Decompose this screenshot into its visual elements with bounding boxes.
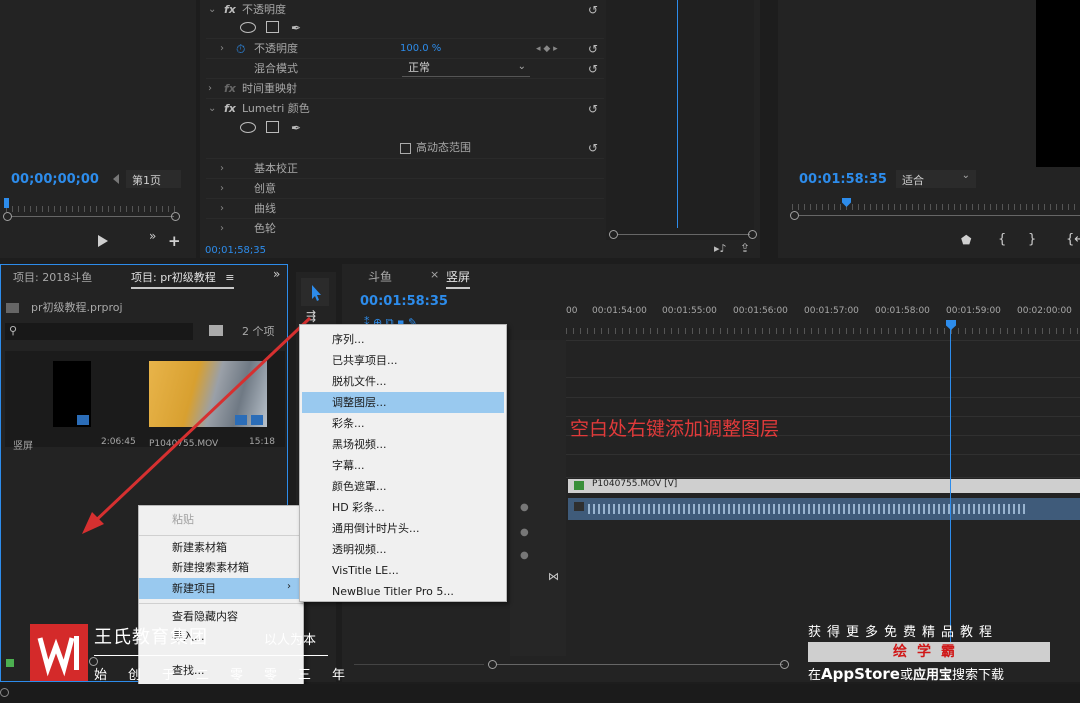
brand-motto: 以人为本 (264, 633, 317, 648)
menu-separator (139, 603, 303, 604)
submenu-item[interactable]: NewBlue Titler Pro 5... (300, 581, 506, 602)
promo-suffix: 搜索下载 (951, 668, 1004, 683)
submenu-item[interactable]: 调整图层... (302, 392, 504, 413)
brand-tagline: 始创于二零零三年 (94, 668, 367, 683)
status-bar (0, 684, 1080, 703)
submenu-item[interactable]: 黑场视频... (300, 434, 506, 455)
new-item-submenu: 序列... 已共享项目... 脱机文件... 调整图层... 彩条... 黑场视频... 字… (299, 324, 507, 602)
promo-or: 或 (899, 668, 913, 683)
promo-prefix: 在 (808, 668, 822, 683)
brand-rule (94, 655, 328, 656)
promo-line-1: 获得更多免费精品教程 (808, 625, 999, 640)
brand-name: 王氏教育集团 (94, 627, 208, 648)
promo-app-banner: 绘学霸 (808, 642, 1050, 662)
submenu-item[interactable]: 颜色遮罩... (300, 476, 506, 497)
logo-w-icon (37, 636, 79, 677)
submenu-item[interactable]: 透明视频... (300, 539, 506, 560)
submenu-item[interactable]: 通用倒计时片头... (300, 518, 506, 539)
status-indicator-icon (0, 688, 9, 697)
promo-app-name: 绘学霸 (893, 644, 965, 660)
submenu-item[interactable]: 序列... (300, 329, 506, 350)
submenu-item[interactable]: 彩条... (300, 413, 506, 434)
submenu-item[interactable]: 字幕... (300, 455, 506, 476)
context-menu: 粘贴 新建素材箱 新建搜索素材箱 新建项目 查看隐藏内容 导入... 查找... › (138, 505, 304, 686)
context-menu-item[interactable]: 新建项目 (139, 578, 303, 599)
context-menu-item[interactable]: 新建搜索素材箱 (139, 557, 303, 578)
promo-yyb: 应用宝 (912, 668, 952, 683)
submenu-item[interactable]: 已共享项目... (300, 350, 506, 371)
menu-separator (139, 535, 303, 536)
wangshi-logo (30, 624, 88, 681)
submenu-arrow-icon: › (287, 581, 291, 592)
promo-line-3: 在AppStore或应用宝搜索下载 (808, 664, 1004, 683)
context-menu-item: 粘贴 (172, 513, 194, 526)
submenu-item[interactable]: HD 彩条... (300, 497, 506, 518)
submenu-item[interactable]: VisTitle LE... (300, 560, 506, 581)
context-menu-item[interactable]: 新建素材箱 (139, 537, 303, 558)
submenu-item[interactable]: 脱机文件... (300, 371, 506, 392)
promo-appstore: AppStore (821, 665, 900, 683)
